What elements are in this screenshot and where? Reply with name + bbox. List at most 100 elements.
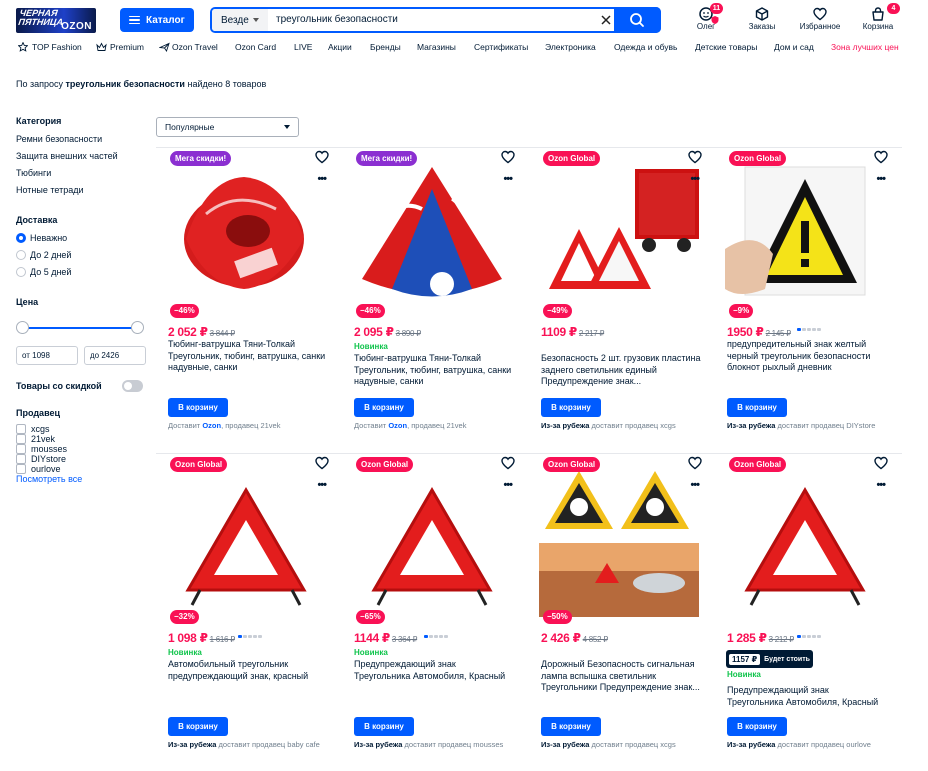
product-card[interactable]: Ozon Global ••• −49% 1109 ₽2 217 ₽ Безопасно… (531, 148, 707, 448)
more-icon[interactable]: ••• (690, 173, 700, 185)
heart-icon[interactable] (315, 456, 329, 470)
price-to-input[interactable]: до 2426 (84, 346, 146, 365)
seller-option[interactable]: xcgs (16, 424, 146, 434)
product-title[interactable]: Автомобильный треугольник предупреждающи… (168, 659, 328, 682)
add-to-cart-button[interactable]: В корзину (168, 398, 228, 417)
product-image[interactable] (166, 465, 326, 617)
orders-button[interactable]: Заказы (740, 5, 784, 31)
product-title[interactable]: Безопасность 2 шт. грузовик пластина зад… (541, 353, 701, 388)
price-slider-track[interactable] (22, 327, 138, 329)
product-image[interactable] (539, 465, 699, 617)
nav-item-best-prices[interactable]: Зона лучших цен (831, 42, 899, 52)
product-title[interactable]: предупредительный знак желтый черный тре… (727, 339, 887, 374)
product-title[interactable]: Предупреждающий знак Треугольника Автомо… (727, 685, 887, 708)
more-icon[interactable]: ••• (317, 479, 327, 491)
product-image[interactable] (725, 159, 885, 311)
more-icon[interactable]: ••• (690, 479, 700, 491)
category-item[interactable]: Защита внешних частей (16, 150, 146, 167)
product-title[interactable]: Предупреждающий знак Треугольника Автомо… (354, 659, 514, 682)
heart-icon[interactable] (315, 150, 329, 164)
image-pager[interactable] (797, 318, 822, 331)
nav-item[interactable]: Сертификаты (474, 42, 528, 52)
nav-item[interactable]: Ozon Card (235, 42, 276, 52)
add-to-cart-button[interactable]: В корзину (541, 398, 601, 417)
heart-icon[interactable] (688, 456, 702, 470)
product-card[interactable]: Мега скидки! ••• −46% 2 052 ₽3 844 ₽ Тюбинг-… (158, 148, 334, 448)
heart-icon[interactable] (874, 456, 888, 470)
more-icon[interactable]: ••• (503, 479, 513, 491)
add-to-cart-button[interactable]: В корзину (727, 398, 787, 417)
product-title[interactable]: Тюбинг-ватрушка Тяни-Толкай Треугольник,… (168, 339, 328, 374)
product-card[interactable]: Ozon Global ••• −65% 1144 ₽3 364 ₽ Новинка Пр… (344, 454, 520, 754)
nav-item[interactable]: Дом и сад (774, 42, 814, 52)
nav-item[interactable]: Одежда и обувь (614, 42, 677, 52)
add-to-cart-button[interactable]: В корзину (354, 398, 414, 417)
image-pager[interactable] (424, 625, 449, 638)
add-to-cart-button[interactable]: В корзину (727, 717, 787, 736)
image-pager[interactable] (797, 625, 822, 638)
seller-option[interactable]: DIYstore (16, 454, 146, 464)
product-image[interactable] (725, 465, 885, 617)
heart-icon[interactable] (501, 456, 515, 470)
seller-option[interactable]: mousses (16, 444, 146, 454)
seller-option[interactable]: ourlove (16, 464, 146, 474)
nav-item[interactable]: Premium (110, 42, 144, 52)
heart-icon[interactable] (874, 150, 888, 164)
image-pager[interactable] (238, 625, 263, 638)
product-card[interactable]: Ozon Global ••• −32% 1 098 ₽1 616 ₽ Новинка А… (158, 454, 334, 754)
delivery-option[interactable]: Неважно (16, 232, 146, 249)
more-icon[interactable]: ••• (503, 173, 513, 185)
category-item[interactable]: Тюбинги (16, 167, 146, 184)
more-icon[interactable]: ••• (876, 479, 886, 491)
nav-item[interactable]: Магазины (417, 42, 456, 52)
category-item[interactable]: Ремни безопасности (16, 133, 146, 150)
seller-option[interactable]: 21vek (16, 434, 146, 444)
search-scope-select[interactable]: Везде (212, 9, 268, 31)
product-title[interactable]: Тюбинг-ватрушка Тяни-Толкай Треугольник,… (354, 353, 514, 388)
product-card[interactable]: Ozon Global ••• 1 285 ₽3 212 ₽ Новинка Преду… (717, 454, 893, 754)
price-from-input[interactable]: от 1098 (16, 346, 78, 365)
product-image[interactable] (352, 465, 512, 617)
add-to-cart-button[interactable]: В корзину (541, 717, 601, 736)
product-image[interactable] (352, 159, 512, 311)
product-image[interactable] (539, 159, 699, 311)
catalog-button[interactable]: Каталог (120, 8, 194, 32)
favorites-button[interactable]: Избранное (798, 5, 842, 31)
price-slider-max-handle[interactable] (131, 321, 144, 334)
sort-select[interactable]: Популярные (156, 117, 299, 137)
nav-item[interactable]: Бренды (370, 42, 401, 52)
product-card[interactable]: Ozon Global ••• −50% 2 426 ₽4 852 ₽ Дорожный… (531, 454, 707, 754)
price-slider-min-handle[interactable] (16, 321, 29, 334)
search-button[interactable] (614, 7, 661, 33)
product-card[interactable]: Ozon Global ••• −9% 1950 ₽2 145 ₽ предупреди… (717, 148, 893, 448)
new-badge: Новинка (168, 648, 202, 657)
product-tag: Мега скидки! (170, 151, 232, 166)
product-card[interactable]: Мега скидки! ••• −46% 2 095 ₽3 890 ₽ Новинка… (344, 148, 520, 448)
more-icon[interactable]: ••• (317, 173, 327, 185)
show-all-sellers-link[interactable]: Посмотреть все (16, 474, 146, 484)
discount-toggle[interactable] (122, 380, 143, 392)
nav-item[interactable]: Электроника (545, 42, 596, 52)
product-image[interactable] (166, 159, 326, 311)
nav-item[interactable]: TOP Fashion (32, 42, 82, 52)
more-icon[interactable]: ••• (876, 173, 886, 185)
heart-icon[interactable] (688, 150, 702, 164)
nav-item[interactable]: Ozon Travel (172, 42, 218, 52)
delivery-option[interactable]: До 2 дней (16, 249, 146, 266)
heart-icon[interactable] (501, 150, 515, 164)
discount-badge: −50% (543, 610, 572, 624)
checkbox-icon (16, 454, 26, 464)
product-title[interactable]: Дорожный Безопасность сигнальная лампа в… (541, 659, 701, 694)
nav-item[interactable]: Акции (328, 42, 352, 52)
ozon-logo[interactable]: ЧЕРНАЯ ПЯТНИЦА OZON (16, 8, 96, 33)
category-item[interactable]: Нотные тетради (16, 184, 146, 201)
add-to-cart-button[interactable]: В корзину (168, 717, 228, 736)
add-to-cart-button[interactable]: В корзину (354, 717, 414, 736)
search-input[interactable]: треугольник безопасности (276, 9, 398, 31)
cart-button[interactable]: Корзина 4 (856, 3, 900, 31)
clear-icon[interactable] (600, 14, 612, 26)
nav-item[interactable]: LIVE (294, 42, 312, 52)
profile-button[interactable]: Олег 11 (684, 3, 728, 31)
nav-item[interactable]: Детские товары (695, 42, 757, 52)
delivery-option[interactable]: До 5 дней (16, 266, 146, 283)
